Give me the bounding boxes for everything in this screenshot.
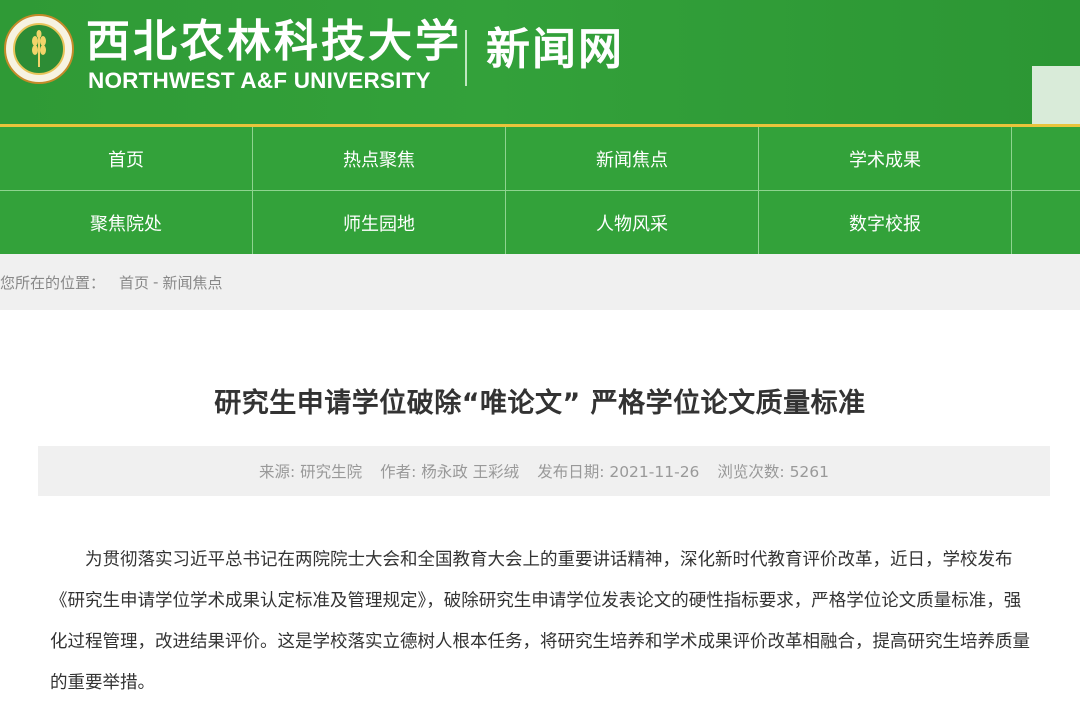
site-header: 西北农林科技大学 NORTHWEST A&F UNIVERSITY 新闻网 xyxy=(0,0,1080,124)
nav-row-2: 聚焦院处 师生园地 人物风采 数字校报 xyxy=(0,190,1080,254)
university-logo-icon[interactable] xyxy=(4,14,74,84)
nav-item-hot-focus[interactable]: 热点聚焦 xyxy=(253,127,506,190)
nav-item-home[interactable]: 首页 xyxy=(0,127,253,190)
header-divider xyxy=(465,30,467,86)
school-name-cn[interactable]: 西北农林科技大学 xyxy=(86,16,462,68)
nav-item-people[interactable]: 人物风采 xyxy=(506,191,759,254)
article: 研究生申请学位破除“唯论文” 严格学位论文质量标准 来源: 研究生院 作者: 杨… xyxy=(0,384,1080,704)
breadcrumb-label: 您所在的位置： xyxy=(0,273,106,292)
nav-item-news-focus[interactable]: 新闻焦点 xyxy=(506,127,759,190)
article-date: 发布日期: 2021-11-26 xyxy=(537,463,700,481)
site-name[interactable]: 新闻网 xyxy=(486,22,624,78)
article-views: 浏览次数: 5261 xyxy=(717,463,830,481)
article-paragraph: 为贯彻落实习近平总书记在两院院士大会和全国教育大会上的重要讲话精神，深化新时代教… xyxy=(50,550,1030,693)
breadcrumb: 您所在的位置： 首页 - 新闻焦点 xyxy=(0,254,1080,310)
nav-item-academic[interactable]: 学术成果 xyxy=(759,127,1012,190)
article-source: 来源: 研究生院 xyxy=(258,463,363,481)
breadcrumb-current-link[interactable]: 新闻焦点 xyxy=(162,272,222,293)
nav-row-1: 首页 热点聚焦 新闻焦点 学术成果 xyxy=(0,127,1080,190)
nav-item-overflow-2[interactable] xyxy=(1012,191,1080,254)
school-name-en[interactable]: NORTHWEST A&F UNIVERSITY xyxy=(88,68,431,94)
article-meta: 来源: 研究生院 作者: 杨永政 王彩绒 发布日期: 2021-11-26 浏览… xyxy=(38,446,1050,496)
article-author: 作者: 杨永政 王彩绒 xyxy=(380,463,520,481)
breadcrumb-home-link[interactable]: 首页 xyxy=(119,272,149,293)
nav-item-digital-paper[interactable]: 数字校报 xyxy=(759,191,1012,254)
nav-item-departments[interactable]: 聚焦院处 xyxy=(0,191,253,254)
header-side-block xyxy=(1032,66,1080,124)
nav-item-campus-life[interactable]: 师生园地 xyxy=(253,191,506,254)
article-title: 研究生申请学位破除“唯论文” 严格学位论文质量标准 xyxy=(214,388,866,419)
main-nav: 首页 热点聚焦 新闻焦点 学术成果 聚焦院处 师生园地 人物风采 数字校报 xyxy=(0,127,1080,254)
nav-item-overflow[interactable] xyxy=(1012,127,1080,190)
wheat-icon xyxy=(32,30,46,67)
breadcrumb-separator: - xyxy=(153,273,159,291)
